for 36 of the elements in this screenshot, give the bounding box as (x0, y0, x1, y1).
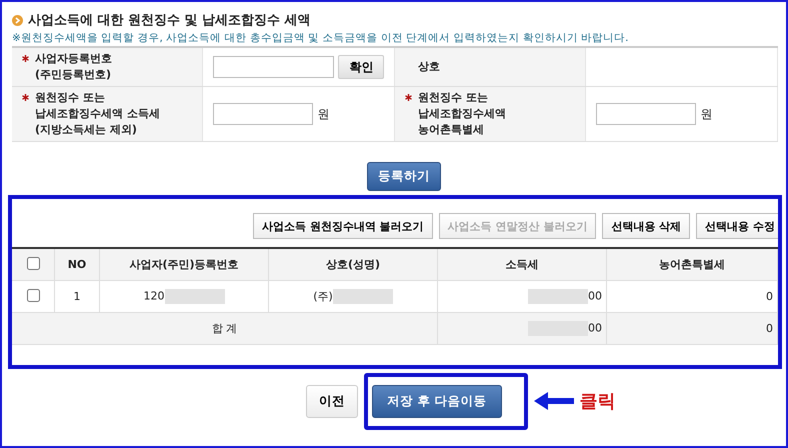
text-field[interactable] (596, 103, 696, 125)
callout-text: 클릭 (580, 390, 616, 413)
table-cell: 1 (74, 290, 80, 303)
field-label: 상호 (418, 59, 440, 75)
column-header: 소득세 (438, 248, 606, 280)
save-next-button[interactable]: 저장 후 다음이동 (372, 384, 502, 418)
column-header: 사업자(주민)등록번호 (100, 248, 268, 280)
unit-label: 원 (317, 106, 330, 122)
text-field[interactable] (213, 103, 314, 125)
table-cell: 120 (144, 290, 164, 303)
toolbar-button[interactable]: 사업소득 원천징수내역 불러오기 (252, 213, 433, 239)
field-label: 원천징수 또는 납세조합징수세액 농어촌특별세 (418, 90, 506, 138)
bullet-icon (12, 14, 23, 26)
table-cell: (주) (313, 290, 333, 303)
column-header: 상호(성명) (268, 248, 438, 280)
notice-text: ※원천징수세액을 입력할 경우, 사업소득에 대한 총수입금액 및 소득금액을 이전 단계에서 입력하였는지 확인하시기 바랍니다. (12, 31, 630, 46)
text-field[interactable] (213, 56, 334, 78)
column-header: 농어촌특별세 (606, 248, 778, 280)
table-cell: 0 (766, 290, 773, 303)
table-cell: 00 (588, 290, 602, 303)
table-cell: 00 (588, 322, 602, 335)
toolbar-button[interactable]: 선택내용 수정 (696, 213, 778, 239)
section-title: 사업소득에 대한 원천징수 및 납세조합징수 세액 (28, 12, 311, 29)
total-label: 합 계 (212, 322, 238, 335)
register-button[interactable]: 등록하기 (367, 162, 441, 191)
toolbar-button[interactable]: 선택내용 삭제 (602, 213, 690, 239)
field-label: 사업자등록번호 (주민등록번호) (35, 51, 112, 83)
column-header: NO (54, 248, 100, 280)
arrow-icon (534, 391, 574, 411)
confirm-button[interactable]: 확인 (338, 55, 384, 79)
unit-label: 원 (700, 106, 712, 122)
field-label: 원천징수 또는 납세조합징수세액 소득세 (지방소득세는 제외) (35, 90, 160, 138)
table-cell: 0 (766, 322, 773, 335)
checkbox[interactable] (26, 288, 40, 302)
checkbox[interactable] (26, 256, 40, 270)
previous-button[interactable]: 이전 (306, 384, 358, 418)
